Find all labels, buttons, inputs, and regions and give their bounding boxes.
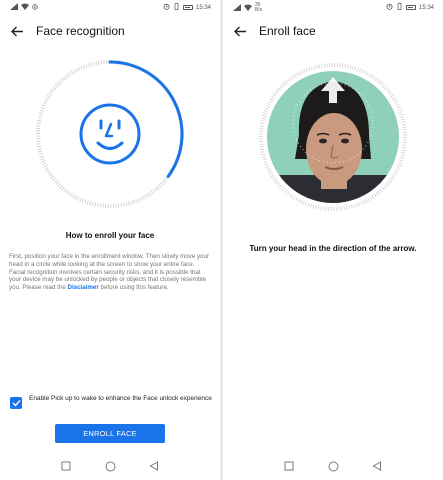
page-title: Enroll face (259, 24, 316, 38)
camera-preview (259, 63, 407, 211)
pickup-to-wake-checkbox[interactable] (10, 397, 22, 409)
enroll-instruction: Turn your head in the direction of the a… (249, 244, 417, 253)
nav-back-button[interactable] (148, 460, 160, 472)
instructions-text: First, position your face in the enrollm… (9, 253, 214, 292)
back-button[interactable] (8, 22, 26, 40)
smiley-face-icon (79, 103, 141, 165)
network-speed: 35 B/s (255, 2, 263, 13)
app-bar: Face recognition (0, 17, 220, 45)
checkmark-icon (12, 400, 21, 407)
face-enroll-graphic (34, 58, 186, 210)
pickup-to-wake-label[interactable]: Enable Pick up to wake to enhance the Fa… (29, 395, 212, 403)
status-bar: 15:34 (0, 0, 220, 15)
circle-icon (328, 461, 338, 471)
back-arrow-icon (10, 26, 23, 36)
enroll-face-button[interactable]: ENROLL FACE (55, 424, 165, 443)
triangle-back-icon (149, 461, 158, 471)
recents-button[interactable] (283, 460, 295, 472)
face-recognition-screen: 15:34 Face recognition How to enroll you… (0, 0, 220, 480)
recents-button[interactable] (60, 460, 72, 472)
home-button[interactable] (327, 460, 339, 472)
square-icon (284, 461, 294, 471)
app-bar: Enroll face (223, 17, 443, 45)
signal-icon (233, 3, 241, 13)
circle-icon (105, 461, 115, 471)
section-heading: How to enroll your face (65, 231, 155, 240)
alarm-icon (163, 3, 170, 12)
vibrate-icon (173, 3, 180, 12)
navigation-bar (0, 456, 220, 476)
status-time: 15:34 (418, 4, 434, 11)
battery-icon (182, 5, 193, 10)
alarm-icon (386, 3, 393, 12)
enroll-face-screen: 35 B/s 15:34 Enroll face Turn your head … (223, 0, 443, 480)
status-time: 15:34 (195, 4, 211, 11)
nav-back-button[interactable] (371, 460, 383, 472)
navigation-bar (223, 456, 443, 476)
page-title: Face recognition (36, 24, 125, 38)
back-button[interactable] (231, 22, 249, 40)
disclaimer-link[interactable]: Disclaimer (67, 284, 98, 291)
status-bar: 35 B/s 15:34 (223, 0, 443, 15)
vibrate-icon (396, 3, 403, 12)
pickup-to-wake-option: Enable Pick up to wake to enhance the Fa… (10, 395, 215, 409)
battery-icon (405, 5, 416, 10)
back-arrow-icon (233, 26, 246, 36)
security-warning-tail: before using this feature. (98, 284, 169, 292)
square-icon (61, 461, 71, 471)
progress-arc (108, 60, 184, 178)
wifi-icon (21, 3, 29, 12)
instructions-paragraph-1: First, position your face in the enrollm… (9, 253, 210, 268)
signal-icon (10, 3, 18, 12)
triangle-back-icon (372, 461, 381, 471)
wifi-icon (244, 4, 252, 13)
home-button[interactable] (104, 460, 116, 472)
hotspot-icon (32, 3, 38, 12)
